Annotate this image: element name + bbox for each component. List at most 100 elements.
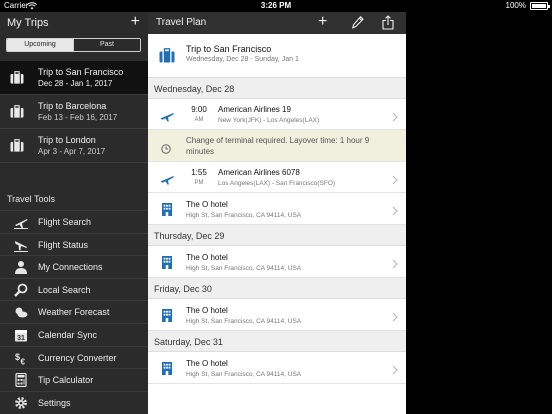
hotel-icon <box>161 308 173 322</box>
trip-item-name: Trip to Barcelona <box>38 101 107 111</box>
day-header: Wednesday, Dec 28 <box>148 78 406 99</box>
chevron-right-icon <box>392 362 398 375</box>
calculator-icon <box>14 373 28 388</box>
hotel-name: The O hotel <box>186 306 228 315</box>
day-header: Friday, Dec 30 <box>148 278 406 299</box>
people-icon <box>14 260 28 275</box>
tool-item-label: Weather Forecast <box>38 307 110 318</box>
flight-time: 9:00 <box>191 105 207 114</box>
hotel-address: High St, San Francisco, CA 94114, USA <box>186 318 302 325</box>
flight-ampm: AM <box>194 117 204 123</box>
plan-list: Wednesday, Dec 28 9:00 AM American Airlines… <box>148 78 406 384</box>
travel-plan-title: Travel Plan <box>156 17 207 28</box>
hotel-row[interactable]: The O hotel High St, San Francisco, CA 94… <box>148 246 406 278</box>
hotel-row[interactable]: The O hotel High St, San Francisco, CA 94… <box>148 352 406 384</box>
tool-item-my-connections[interactable]: My Connections <box>0 255 148 278</box>
flight-title: American Airlines 19 <box>218 105 291 114</box>
trip-item-dates: Dec 28 - Jan 1, 2017 <box>38 79 113 88</box>
tool-item-label: My Connections <box>38 262 103 273</box>
gear-icon <box>14 396 28 410</box>
airplane-icon <box>160 109 174 122</box>
chevron-right-icon <box>392 309 398 322</box>
trips-segmented-control: Upcoming Past <box>6 38 141 52</box>
suitcase-icon <box>10 139 24 152</box>
layover-note-row: Change of terminal required. Layover tim… <box>148 130 406 162</box>
day-header-label: Wednesday, Dec 28 <box>154 84 235 94</box>
tool-item-tip-calculator[interactable]: Tip Calculator <box>0 368 148 391</box>
tool-item-label: Tip Calculator <box>38 375 94 386</box>
add-plan-button[interactable]: + <box>318 13 327 31</box>
trip-item-name: Trip to London <box>38 135 96 145</box>
battery-percent: 100% <box>505 1 526 10</box>
add-trip-button[interactable]: + <box>131 13 140 31</box>
tool-item-flight-search[interactable]: Flight Search <box>0 210 148 233</box>
suitcase-icon <box>10 105 24 118</box>
suitcase-icon <box>10 71 24 84</box>
hotel-address: High St, San Francisco, CA 94114, USA <box>186 371 302 378</box>
tool-item-settings[interactable]: Settings <box>0 390 148 414</box>
flight-route: Los Angeles(LAX) - San Francisco(SFO) <box>218 180 336 187</box>
travel-plan-navbar: Travel Plan + <box>148 12 406 34</box>
chevron-right-icon <box>392 172 398 185</box>
hotel-address: High St, San Francisco, CA 94114, USA <box>186 265 302 272</box>
day-header: Saturday, Dec 31 <box>148 331 406 352</box>
tool-item-label: Calendar Sync <box>38 329 98 340</box>
chevron-right-icon <box>392 256 398 269</box>
flight-row[interactable]: 9:00 AM American Airlines 19 New York(JFK) … <box>148 99 406 130</box>
airplane-icon <box>160 172 174 185</box>
tool-item-label: Local Search <box>38 284 91 295</box>
magnifier-icon <box>14 283 28 297</box>
segment-past[interactable]: Past <box>73 39 140 51</box>
trip-list: Trip to San Francisco Dec 28 - Jan 1, 201… <box>0 61 148 163</box>
hotel-row[interactable]: The O hotel High St, San Francisco, CA 94… <box>148 193 406 225</box>
layover-note-text: Change of terminal required. Layover tim… <box>186 136 370 156</box>
trip-item[interactable]: Trip to Barcelona Feb 13 - Feb 16, 2017 <box>0 95 148 129</box>
clock-icon <box>161 141 171 154</box>
tool-item-label: Flight Status <box>38 239 89 250</box>
travel-tools-heading: Travel Tools <box>7 194 56 204</box>
currency-icon: $ € <box>14 351 28 367</box>
clock-time: 3:26 PM <box>260 1 292 10</box>
suitcase-icon <box>159 48 175 63</box>
tool-item-label: Currency Converter <box>38 352 117 363</box>
hotel-icon <box>161 361 173 375</box>
trip-summary-header[interactable]: Trip to San Francisco Wednesday, Dec 28 … <box>148 34 406 78</box>
battery-icon <box>530 2 550 10</box>
day-header-label: Saturday, Dec 31 <box>154 337 223 347</box>
travel-plan-panel: Travel Plan + Trip to San Francisco Wedn… <box>148 12 406 414</box>
chevron-right-icon <box>392 109 398 122</box>
trip-dates: Wednesday, Dec 28 - Sunday, Jan 1 <box>186 56 299 63</box>
hotel-icon <box>161 202 173 216</box>
hotel-row[interactable]: The O hotel High St, San Francisco, CA 94… <box>148 299 406 331</box>
tool-item-label: Flight Search <box>38 217 92 227</box>
trip-name: Trip to San Francisco <box>186 44 272 54</box>
tool-item-weather-forecast[interactable]: Weather Forecast <box>0 300 148 323</box>
trip-item[interactable]: Trip to San Francisco Dec 28 - Jan 1, 201… <box>0 61 148 95</box>
plane-down-icon <box>14 238 28 252</box>
tool-item-flight-status[interactable]: Flight Status <box>0 232 148 256</box>
pencil-icon[interactable] <box>352 16 364 29</box>
hotel-name: The O hotel <box>186 200 228 209</box>
tool-item-calendar-sync[interactable]: 31 Calendar Sync <box>0 322 148 346</box>
trip-item-dates: Apr 3 - Apr 7, 2017 <box>38 147 106 156</box>
flight-time: 1:55 <box>191 168 207 177</box>
day-header-label: Thursday, Dec 29 <box>154 231 225 241</box>
calendar-icon: 31 <box>14 328 28 342</box>
day-header: Thursday, Dec 29 <box>148 225 406 246</box>
travel-tools-list: Flight Search Flight Status My Connections… <box>0 210 148 413</box>
calendar-day-number: 31 <box>17 335 25 342</box>
flight-row[interactable]: 1:55 PM American Airlines 6078 Los Angeles(… <box>148 162 406 193</box>
svg-text:€: € <box>21 357 26 365</box>
plane-up-icon <box>14 215 28 229</box>
empty-area <box>406 12 552 414</box>
trip-item[interactable]: Trip to London Apr 3 - Apr 7, 2017 <box>0 129 148 163</box>
hotel-name: The O hotel <box>186 253 228 262</box>
tool-item-local-search[interactable]: Local Search <box>0 277 148 301</box>
hotel-icon <box>161 255 173 269</box>
segment-upcoming[interactable]: Upcoming <box>7 39 73 51</box>
share-icon[interactable] <box>382 15 394 30</box>
tool-item-currency-converter[interactable]: $ € Currency Converter <box>0 345 148 369</box>
flight-title: American Airlines 6078 <box>218 168 300 177</box>
status-bar: Carrier 3:26 PM 100% <box>0 0 552 12</box>
tool-item-label: Settings <box>38 397 71 408</box>
